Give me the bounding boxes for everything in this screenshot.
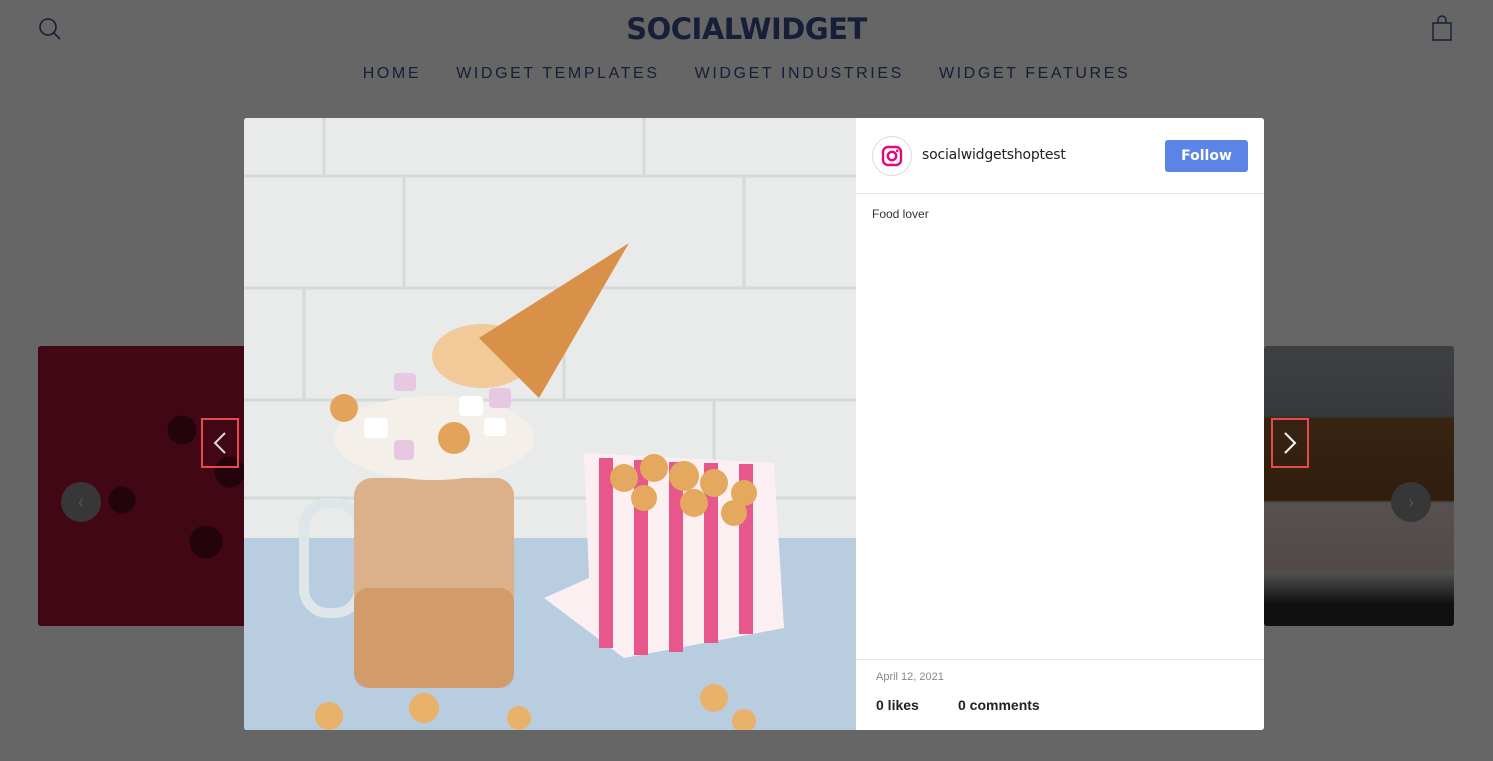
modal-prev-button[interactable] <box>201 418 239 468</box>
account-avatar[interactable] <box>872 136 912 176</box>
post-details-panel: socialwidgetshoptest Follow Food lover A… <box>856 118 1264 730</box>
account-username[interactable]: socialwidgetshoptest <box>922 147 1066 163</box>
follow-button[interactable]: Follow <box>1165 140 1248 172</box>
likes-count: 0 likes <box>876 697 919 713</box>
instagram-icon <box>881 145 903 167</box>
chevron-left-icon <box>213 432 226 454</box>
comments-count: 0 comments <box>958 697 1040 713</box>
post-modal: socialwidgetshoptest Follow Food lover A… <box>244 118 1264 730</box>
post-footer: April 12, 2021 0 likes 0 comments <box>856 659 1264 730</box>
post-photo <box>244 118 856 730</box>
post-header: socialwidgetshoptest Follow <box>856 118 1264 194</box>
post-photo-illustration <box>244 118 856 730</box>
chevron-right-icon <box>1284 432 1297 454</box>
post-caption: Food lover <box>872 207 929 221</box>
post-date: April 12, 2021 <box>876 671 944 683</box>
modal-next-button[interactable] <box>1271 418 1309 468</box>
